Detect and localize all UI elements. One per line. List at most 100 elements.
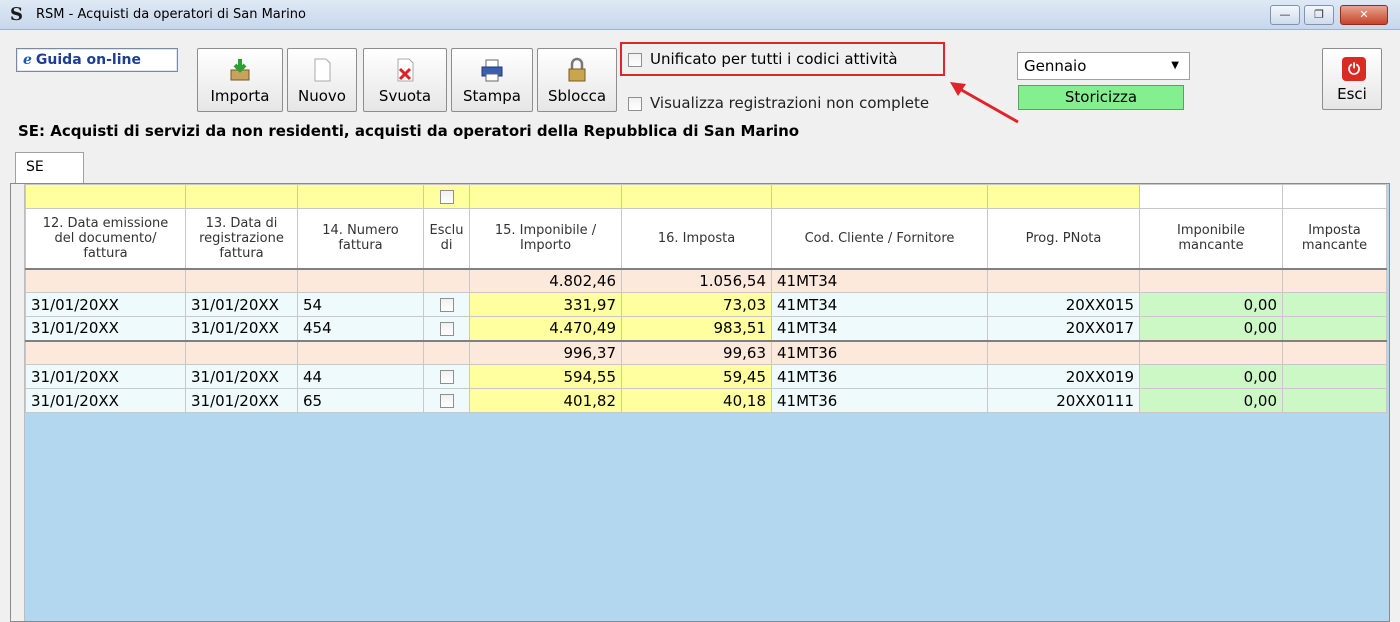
table-row[interactable]: 31/01/20XX 31/01/20XX 454 4.470,49 983,5… [25,316,1387,341]
data-emissione[interactable]: 31/01/20XX [25,292,186,317]
prog-pnota[interactable]: 20XX017 [987,316,1140,341]
imposta[interactable]: 40,18 [621,388,772,413]
data-registrazione[interactable]: 31/01/20XX [185,292,298,317]
imponibile[interactable]: 594,55 [469,364,622,389]
data-registrazione[interactable]: 31/01/20XX [185,388,298,413]
numero-fattura[interactable]: 54 [297,292,424,317]
column-header[interactable]: Imposta mancante [1282,208,1387,270]
imponibile[interactable]: 331,97 [469,292,622,317]
column-header[interactable]: 13. Data di registrazione fattura [185,208,298,270]
codice-fornitore[interactable]: 41MT36 [771,388,988,413]
filter-cell[interactable] [987,184,1140,209]
data-registrazione[interactable]: 31/01/20XX [185,364,298,389]
filter-cell[interactable] [621,184,772,209]
column-header[interactable]: 14. Numero fattura [297,208,424,270]
escludi-checkbox[interactable] [439,321,454,336]
restore-icon[interactable]: ❐ [1304,5,1334,25]
data-registrazione[interactable]: 31/01/20XX [185,316,298,341]
group-imposta: 1.056,54 [621,267,772,293]
purchases-table: 12. Data emissione del documento/ fattur… [25,184,1387,413]
filter-row [25,184,1387,209]
column-header[interactable]: Imponibile mancante [1139,208,1283,270]
imponibile-mancante: 0,00 [1139,364,1283,389]
filter-checkbox[interactable] [439,189,454,204]
filter-cell[interactable] [423,184,470,209]
group-imponibile: 4.802,46 [469,267,622,293]
imponibile[interactable]: 401,82 [469,388,622,413]
unificato-option[interactable]: Unificato per tutti i codici attività [620,42,945,76]
group-codice: 41MT36 [771,339,988,365]
title-bar: S RSM - Acquisti da operatori di San Mar… [0,0,1400,30]
column-header[interactable]: Prog. PNota [987,208,1140,270]
header-row: 12. Data emissione del documento/ fattur… [25,208,1387,270]
column-header[interactable]: 16. Imposta [621,208,772,270]
escludi-checkbox[interactable] [439,394,454,408]
month-select[interactable]: Gennaio ▼ [1017,52,1190,80]
importa-button[interactable]: Importa [197,48,283,112]
imposta[interactable]: 59,45 [621,364,772,389]
imposta-mancante [1282,316,1387,341]
numero-fattura[interactable]: 454 [297,316,424,341]
window-title: RSM - Acquisti da operatori di San Marin… [36,7,306,22]
codice-fornitore[interactable]: 41MT36 [771,364,988,389]
column-header[interactable]: 12. Data emissione del documento/ fattur… [25,208,186,270]
storicizza-button[interactable]: Storicizza [1018,85,1184,110]
column-header[interactable]: 15. Imponibile / Importo [469,208,622,270]
numero-fattura[interactable]: 44 [297,364,424,389]
filter-cell[interactable] [297,184,424,209]
minimize-icon[interactable]: — [1270,5,1300,25]
new-document-icon [314,58,331,82]
codice-fornitore[interactable]: 41MT34 [771,316,988,341]
filter-cell[interactable] [1282,184,1387,209]
data-emissione[interactable]: 31/01/20XX [25,364,186,389]
visualizza-checkbox[interactable] [628,96,642,111]
imposta-mancante [1282,292,1387,317]
prog-pnota[interactable]: 20XX019 [987,364,1140,389]
tab-se[interactable]: SE [15,152,84,184]
help-online-button[interactable]: e Guida on-line [16,48,178,72]
table-row[interactable]: 31/01/20XX 31/01/20XX 54 331,97 73,03 41… [25,292,1387,317]
sblocca-button[interactable]: Sblocca [537,48,617,112]
data-emissione[interactable]: 31/01/20XX [25,316,186,341]
filter-cell[interactable] [25,184,186,209]
nuovo-button[interactable]: Nuovo [287,48,357,112]
filter-cell[interactable] [469,184,622,209]
filter-cell[interactable] [1139,184,1283,209]
power-icon: ⏻ [1342,57,1366,81]
printer-icon [481,59,503,82]
group-total-row: 996,37 99,63 41MT36 [25,339,1387,365]
escludi-checkbox[interactable] [439,298,454,312]
group-imponibile: 996,37 [469,339,622,365]
imponibile[interactable]: 4.470,49 [469,316,622,341]
data-emissione[interactable]: 31/01/20XX [25,388,186,413]
close-icon[interactable]: ✕ [1340,5,1388,25]
internet-explorer-icon: e [23,52,32,68]
table-row[interactable]: 31/01/20XX 31/01/20XX 65 401,82 40,18 41… [25,388,1387,413]
prog-pnota[interactable]: 20XX0111 [987,388,1140,413]
imposta[interactable]: 73,03 [621,292,772,317]
row-header-strip [11,184,25,621]
prog-pnota[interactable]: 20XX015 [987,292,1140,317]
numero-fattura[interactable]: 65 [297,388,424,413]
filter-cell[interactable] [771,184,988,209]
imponibile-mancante: 0,00 [1139,316,1283,341]
svuota-button[interactable]: Svuota [363,48,447,112]
import-icon [230,59,250,81]
column-header[interactable]: Esclu di [423,208,470,270]
chevron-down-icon: ▼ [1171,60,1179,71]
filter-cell[interactable] [185,184,298,209]
codice-fornitore[interactable]: 41MT34 [771,292,988,317]
visualizza-option[interactable]: Visualizza registrazioni non complete [628,94,929,112]
stampa-button[interactable]: Stampa [451,48,533,112]
unificato-checkbox[interactable] [628,52,642,67]
column-header[interactable]: Cod. Cliente / Fornitore [771,208,988,270]
padlock-icon [568,57,586,82]
esci-button[interactable]: ⏻ Esci [1322,48,1382,110]
imposta[interactable]: 983,51 [621,316,772,341]
imposta-mancante [1282,364,1387,389]
table-row[interactable]: 31/01/20XX 31/01/20XX 44 594,55 59,45 41… [25,364,1387,389]
data-grid[interactable]: 12. Data emissione del documento/ fattur… [10,183,1390,622]
imposta-mancante [1282,388,1387,413]
escludi-checkbox[interactable] [439,370,454,384]
imponibile-mancante: 0,00 [1139,292,1283,317]
